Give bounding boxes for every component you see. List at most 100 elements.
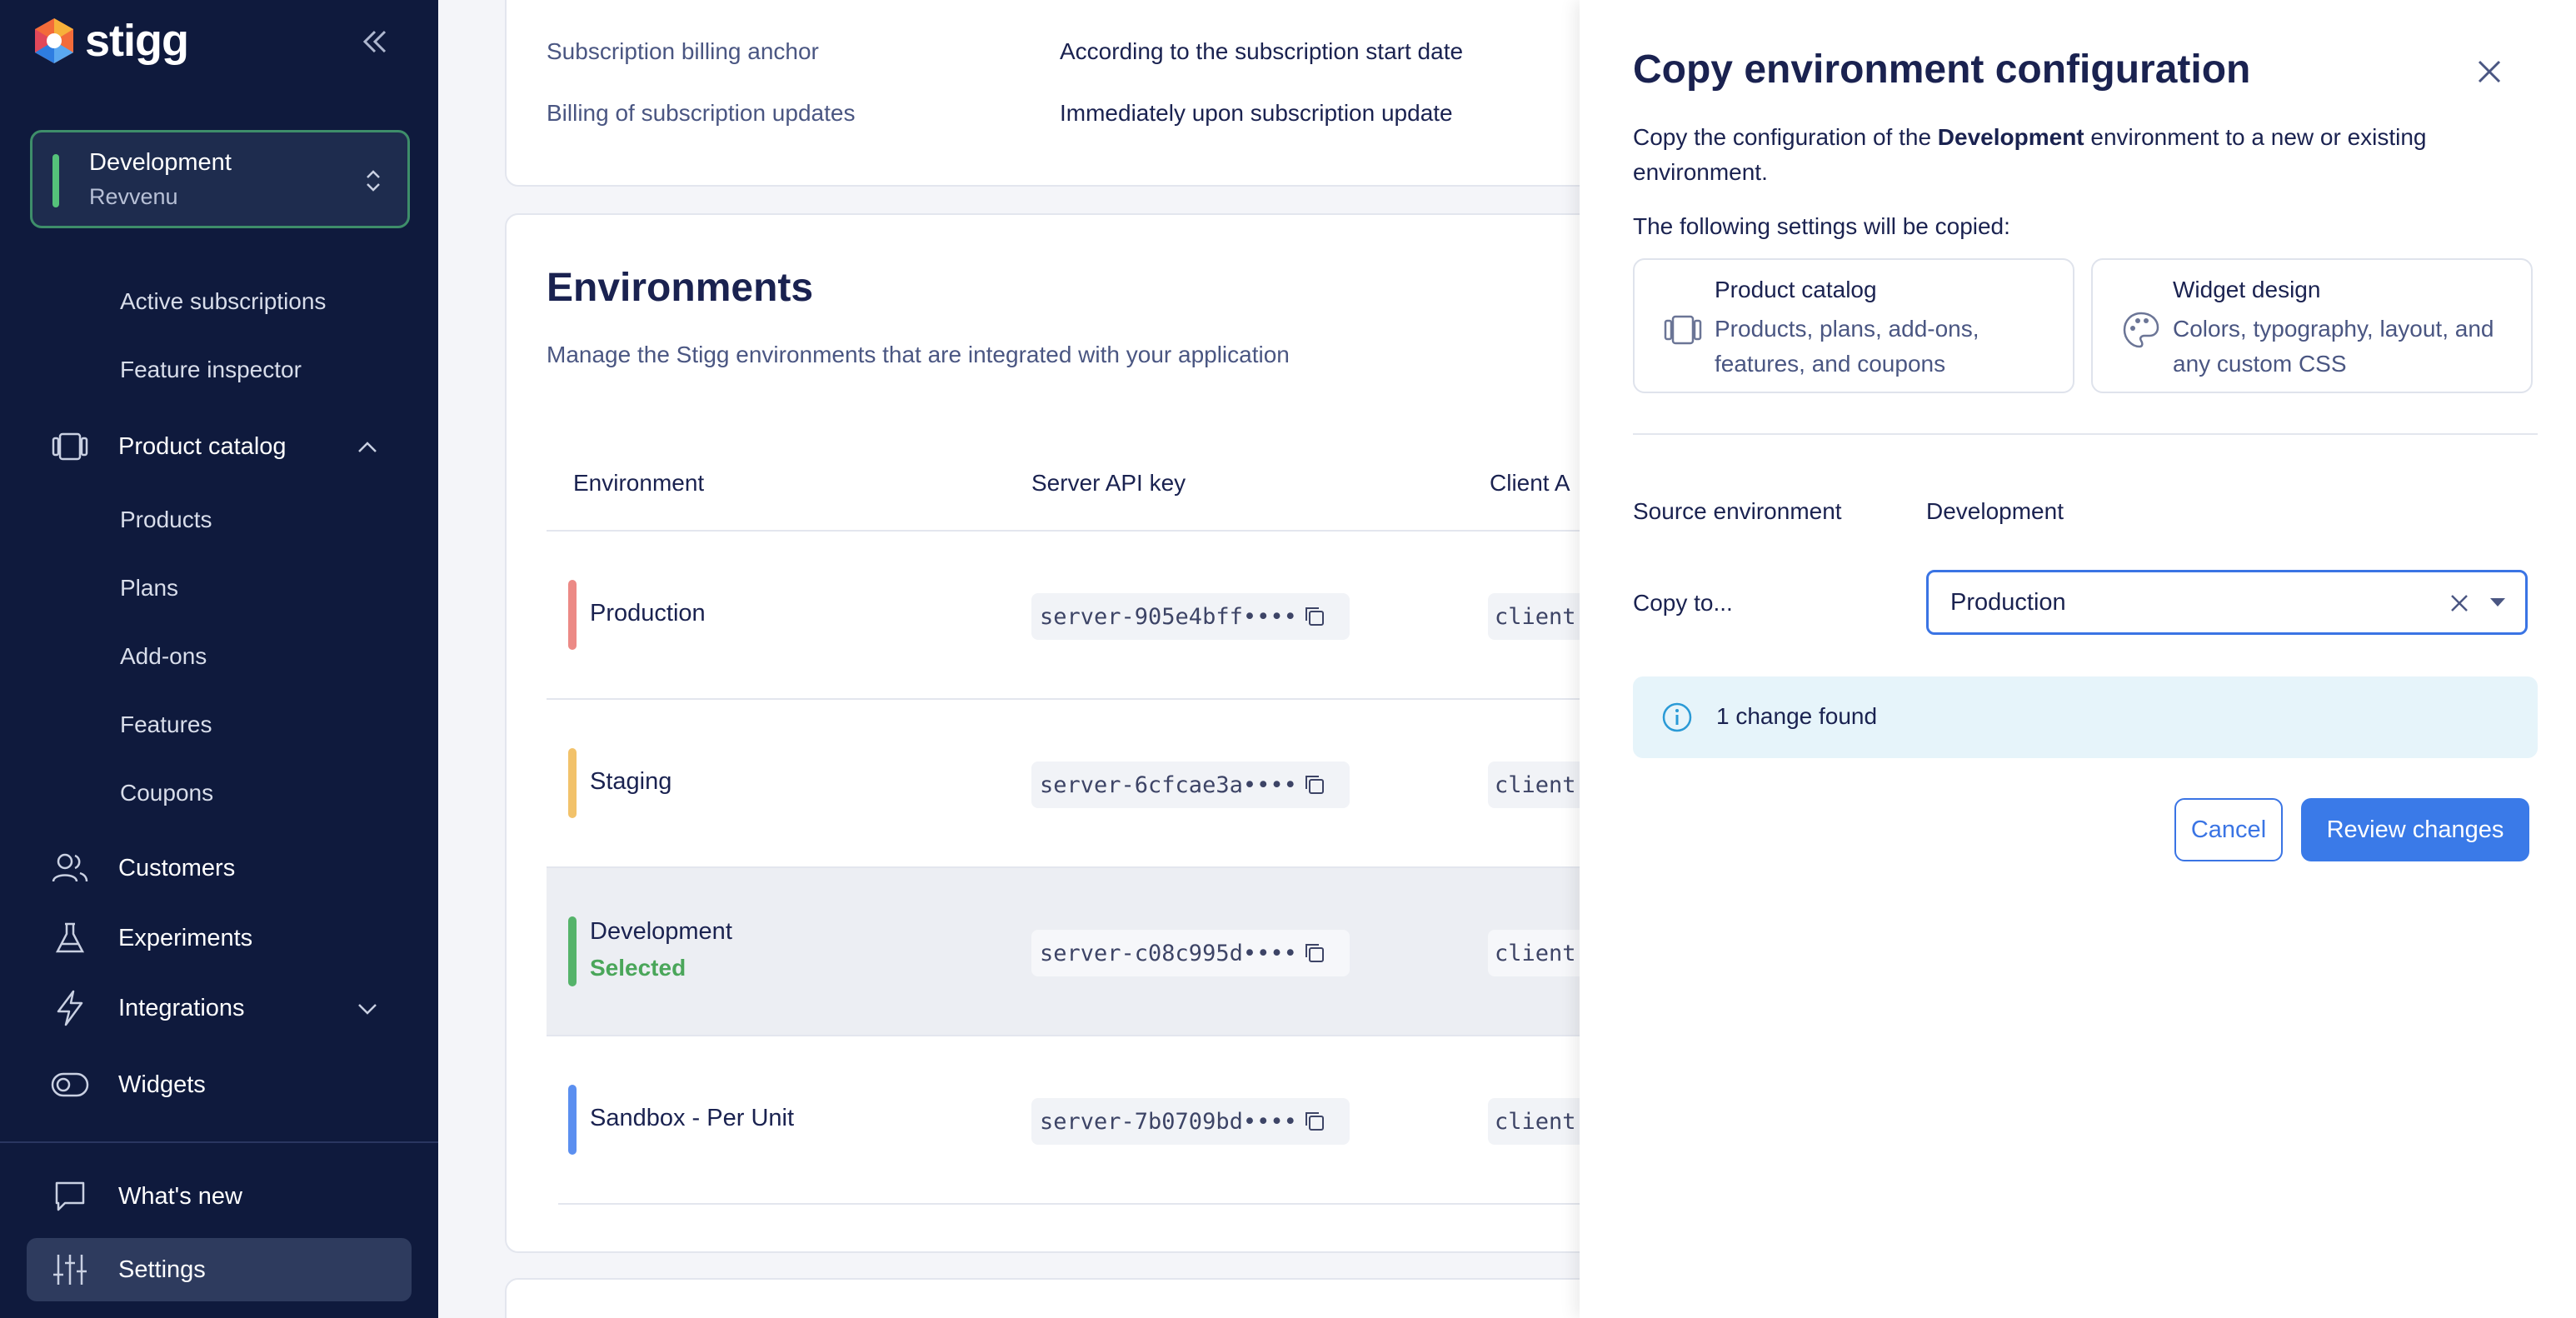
- changes-info-banner: 1 change found: [1633, 676, 2538, 758]
- option-description: Colors, typography, layout, and any cust…: [2173, 316, 2494, 377]
- lightning-icon: [50, 988, 90, 1028]
- environment-name: Development: [89, 149, 232, 176]
- table-row[interactable]: Sandbox - Per Unit server-7b0709bd•••• c…: [547, 1036, 1606, 1203]
- option-title: Product catalog: [1715, 277, 1877, 302]
- review-changes-button[interactable]: Review changes: [2301, 798, 2529, 861]
- drawer-title: Copy environment configuration: [1633, 47, 2251, 92]
- client-api-key: client: [1488, 930, 1588, 976]
- sidebar-item-plans[interactable]: Plans: [120, 575, 178, 602]
- next-settings-card: [505, 1278, 1605, 1318]
- table-divider: [558, 1203, 1606, 1205]
- sidebar-item-features[interactable]: Features: [120, 711, 212, 738]
- description-env-name: Development: [1937, 124, 2084, 150]
- settings-copied-label: The following settings will be copied:: [1633, 213, 2010, 239]
- copy-icon[interactable]: [1302, 604, 1327, 629]
- environment-color-bar: [568, 916, 577, 986]
- environments-card: Environments Manage the Stigg environmen…: [505, 213, 1606, 1253]
- table-row[interactable]: Production server-905e4bff•••• client: [547, 532, 1606, 698]
- server-api-key-value: server-c08c995d••••: [1040, 940, 1297, 966]
- column-header-client-api-key: Client A: [1490, 470, 1570, 496]
- copy-icon[interactable]: [1302, 772, 1327, 797]
- copy-icon[interactable]: [1302, 1109, 1327, 1134]
- column-header-environment: Environment: [573, 470, 705, 496]
- table-row[interactable]: Staging server-6cfcae3a•••• client: [547, 700, 1606, 866]
- sidebar-item-add-ons[interactable]: Add-ons: [120, 643, 207, 670]
- stigg-logo[interactable]: stigg: [30, 15, 189, 67]
- table-row-selected[interactable]: Development Selected server-c08c995d••••…: [547, 868, 1606, 1035]
- flask-icon: [50, 918, 90, 958]
- sidebar: stigg Development Revvenu Active subscri…: [0, 0, 438, 1318]
- server-api-key-value: server-7b0709bd••••: [1040, 1108, 1297, 1135]
- environment-name: Staging: [590, 768, 672, 795]
- server-api-key: server-7b0709bd••••: [1031, 1098, 1350, 1145]
- environment-switcher[interactable]: Development Revvenu: [30, 130, 410, 228]
- sidebar-item-label: Integrations: [118, 994, 245, 1021]
- description-text: Copy the configuration of the: [1633, 124, 1938, 150]
- stigg-logo-icon: [35, 18, 73, 63]
- users-icon: [50, 848, 90, 888]
- info-icon: [1662, 702, 1692, 732]
- copy-to-selected-value: Production: [1950, 589, 2066, 616]
- product-catalog-icon: [50, 427, 90, 467]
- sidebar-item-customers[interactable]: Customers: [50, 845, 235, 891]
- product-catalog-option: Product catalog Products, plans, add-ons…: [1633, 258, 2074, 393]
- environment-name: Development: [590, 918, 732, 945]
- sidebar-item-products[interactable]: Products: [120, 507, 212, 533]
- chevron-up-icon[interactable]: [355, 435, 380, 460]
- sidebar-item-label: What's new: [118, 1182, 242, 1210]
- billing-anchor-label: Subscription billing anchor: [547, 38, 819, 64]
- environment-color-bar: [568, 580, 577, 650]
- environment-color-bar: [52, 154, 59, 207]
- server-api-key: server-6cfcae3a••••: [1031, 761, 1350, 808]
- sidebar-item-whats-new[interactable]: What's new: [50, 1173, 242, 1220]
- column-header-server-api-key: Server API key: [1031, 470, 1186, 496]
- environment-name: Production: [590, 600, 706, 627]
- sidebar-item-label: Widgets: [118, 1071, 206, 1098]
- sidebar-item-coupons[interactable]: Coupons: [120, 780, 213, 806]
- sliders-icon: [50, 1250, 90, 1290]
- environments-description: Manage the Stigg environments that are i…: [547, 342, 1290, 367]
- sidebar-item-label: Customers: [118, 854, 236, 881]
- caret-down-icon[interactable]: [2489, 596, 2507, 609]
- sidebar-item-label: Settings: [118, 1256, 206, 1283]
- server-api-key: server-c08c995d••••: [1031, 930, 1350, 976]
- copy-to-select[interactable]: Production: [1926, 570, 2528, 635]
- server-api-key-value: server-6cfcae3a••••: [1040, 771, 1297, 798]
- sidebar-item-settings[interactable]: Settings: [50, 1246, 206, 1293]
- close-icon[interactable]: [2473, 55, 2506, 88]
- chevron-down-icon[interactable]: [355, 996, 380, 1021]
- client-api-key: client: [1488, 761, 1588, 808]
- billing-anchor-value: According to the subscription start date: [1060, 38, 1464, 64]
- sidebar-item-feature-inspector[interactable]: Feature inspector: [120, 357, 302, 383]
- chat-icon: [50, 1176, 90, 1216]
- environments-title: Environments: [547, 266, 814, 310]
- environment-color-bar: [568, 748, 577, 818]
- drawer-divider: [1633, 433, 2538, 435]
- drawer-description: Copy the configuration of the Developmen…: [1633, 120, 2516, 190]
- billing-settings-card: Subscription billing anchor According to…: [505, 0, 1605, 187]
- selected-label: Selected: [590, 955, 686, 981]
- copy-to-label: Copy to...: [1633, 590, 1733, 616]
- copy-icon[interactable]: [1302, 941, 1327, 966]
- billing-updates-value: Immediately upon subscription update: [1060, 100, 1453, 126]
- billing-updates-label: Billing of subscription updates: [547, 100, 856, 126]
- sidebar-item-active-subscriptions[interactable]: Active subscriptions: [120, 288, 326, 315]
- source-environment-value: Development: [1926, 498, 2064, 524]
- account-name: Revvenu: [89, 184, 178, 209]
- sidebar-item-product-catalog[interactable]: Product catalog: [50, 423, 287, 470]
- cancel-button[interactable]: Cancel: [2174, 798, 2283, 861]
- environment-name: Sandbox - Per Unit: [590, 1105, 795, 1131]
- toggle-icon: [50, 1065, 90, 1105]
- client-api-key: client: [1488, 593, 1588, 640]
- collapse-sidebar-icon[interactable]: [357, 23, 393, 60]
- copy-environment-drawer: Copy environment configuration Copy the …: [1580, 0, 2576, 1318]
- clear-icon[interactable]: [2447, 591, 2472, 616]
- sidebar-item-label: Experiments: [118, 924, 253, 951]
- sidebar-item-experiments[interactable]: Experiments: [50, 915, 252, 961]
- server-api-key: server-905e4bff••••: [1031, 593, 1350, 640]
- sidebar-divider: [0, 1141, 438, 1143]
- sidebar-item-integrations[interactable]: Integrations: [50, 985, 245, 1031]
- sidebar-item-label: Product catalog: [118, 432, 287, 460]
- widget-design-option: Widget design Colors, typography, layout…: [2091, 258, 2533, 393]
- sidebar-item-widgets[interactable]: Widgets: [50, 1061, 206, 1108]
